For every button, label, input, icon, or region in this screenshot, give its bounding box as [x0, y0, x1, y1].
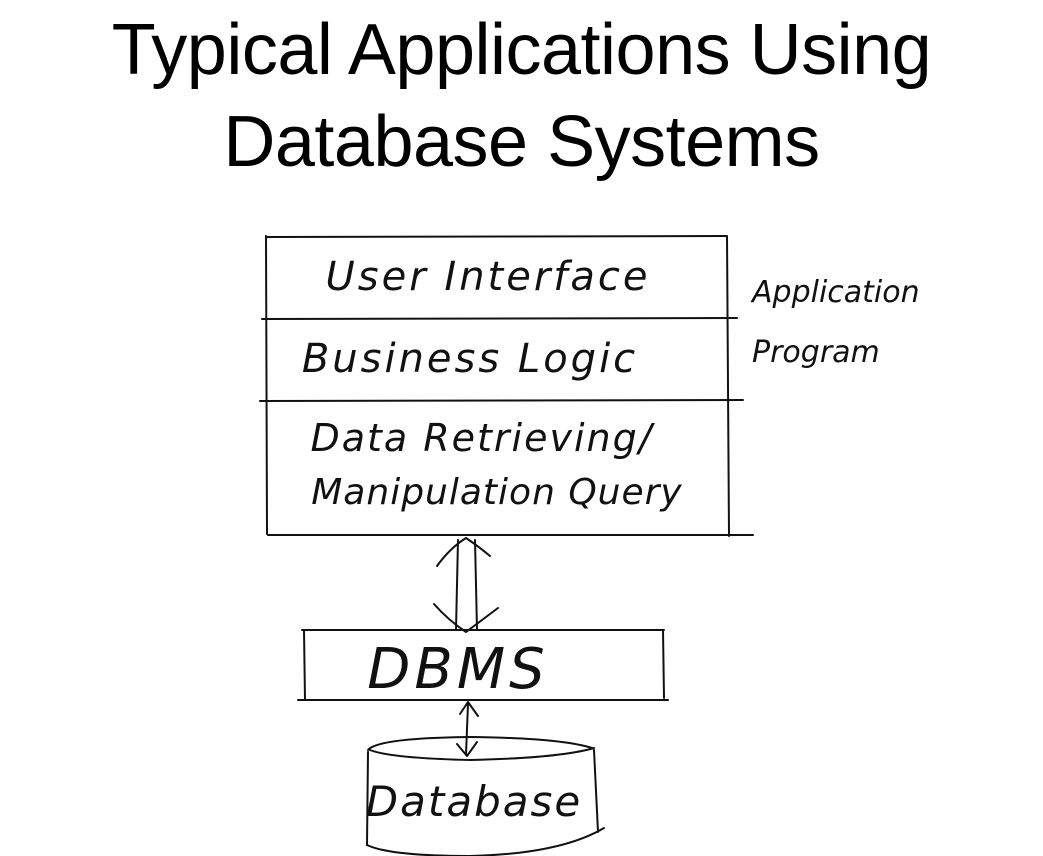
- side-label-application: Application: [750, 275, 920, 310]
- stack-right-border: [726, 235, 730, 537]
- dbms-label: DBMS: [367, 637, 548, 702]
- bidirectional-arrow-small: [456, 701, 479, 757]
- side-label-program: Program: [752, 335, 880, 370]
- dbms-box: DBMS: [297, 629, 669, 702]
- database-label: Database: [366, 777, 582, 826]
- layer-manipulation-query: Manipulation Query: [311, 472, 682, 513]
- application-program-label: Application Program: [750, 275, 920, 370]
- layer-divider-1: [261, 317, 738, 320]
- layer-divider-2: [259, 399, 744, 402]
- stack-left-border: [265, 235, 268, 535]
- architecture-diagram: User Interface Business Logic Data Retri…: [259, 235, 920, 856]
- application-program-stack: User Interface Business Logic Data Retri…: [259, 235, 754, 537]
- bidirectional-arrow-large: [433, 537, 499, 633]
- layer-data-retrieving: Data Retrieving/: [310, 416, 655, 460]
- database-cylinder: Database: [366, 736, 605, 856]
- layer-business-logic: Business Logic: [302, 336, 638, 382]
- layer-user-interface: User Interface: [326, 254, 651, 300]
- stack-top-border: [265, 235, 727, 238]
